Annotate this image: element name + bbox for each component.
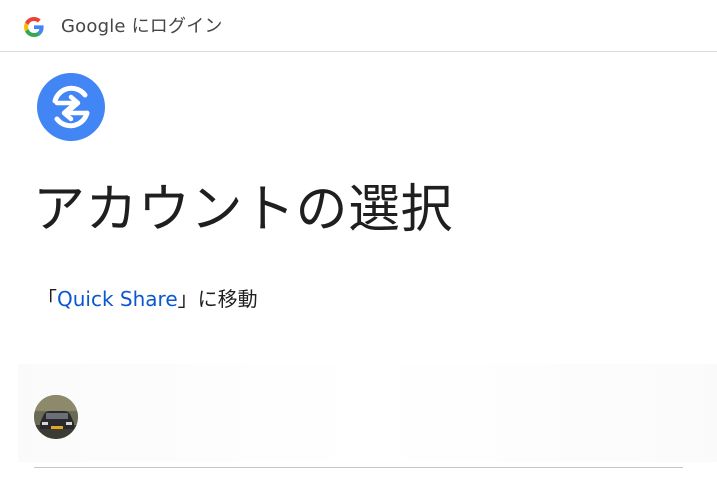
app-name-link[interactable]: Quick Share bbox=[57, 287, 178, 311]
subtitle-open-bracket: 「 bbox=[37, 287, 57, 311]
quick-share-icon bbox=[37, 73, 105, 141]
avatar-photo-icon bbox=[34, 395, 78, 439]
header-bar: Google にログイン bbox=[0, 0, 717, 52]
login-window: Google にログイン アカウントの選択 「Quick Share」に移動 bbox=[0, 0, 717, 484]
divider bbox=[34, 467, 683, 468]
continue-to-subtitle: 「Quick Share」に移動 bbox=[37, 286, 258, 312]
account-row-background bbox=[18, 364, 717, 462]
subtitle-suffix: 」に移動 bbox=[177, 287, 258, 311]
account-list-item[interactable] bbox=[18, 364, 717, 462]
header-title: Google にログイン bbox=[61, 16, 223, 37]
google-g-icon bbox=[24, 17, 44, 37]
page-title: アカウントの選択 bbox=[33, 180, 454, 240]
